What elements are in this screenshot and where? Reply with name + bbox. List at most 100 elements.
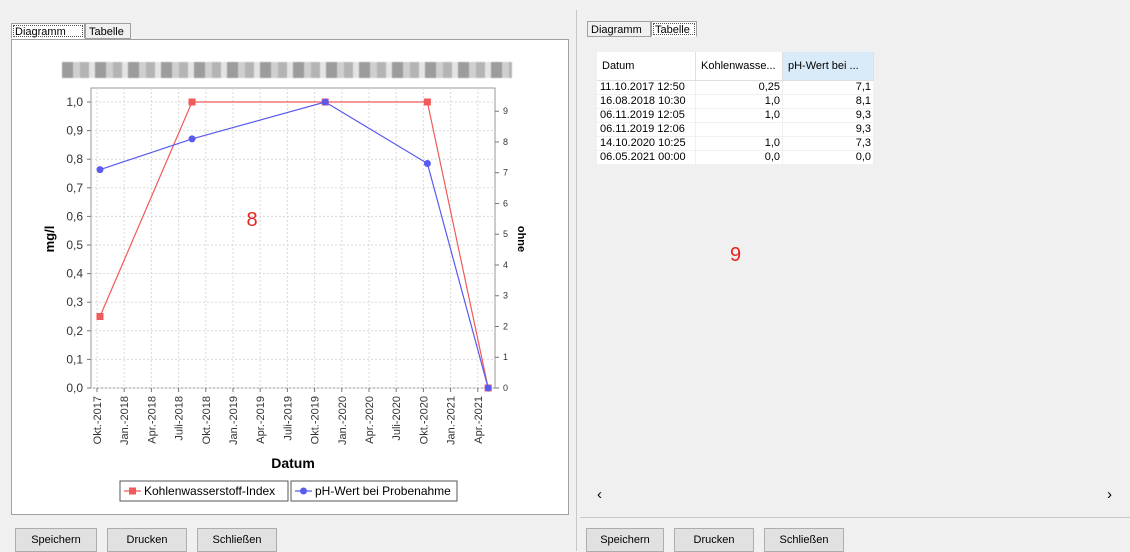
cell-datum[interactable]: 16.08.2018 10:30 <box>597 94 696 109</box>
annotation-9: 9 <box>730 244 742 266</box>
cell-ph-wert[interactable]: 7,1 <box>782 80 874 95</box>
cell-kohlenwasserstoff[interactable]: 1,0 <box>695 136 783 151</box>
x-tick-label: Apr.-2020 <box>364 396 376 444</box>
x-tick-label: Jan.-2020 <box>337 396 349 445</box>
close-button-left[interactable]: Schließen <box>197 528 277 552</box>
y2-tick-label: 4 <box>503 260 508 270</box>
cell-datum[interactable]: 11.10.2017 12:50 <box>597 80 696 95</box>
print-button-left[interactable]: Drucken <box>107 528 187 552</box>
x-tick-label: Jan.-2019 <box>228 396 240 445</box>
table-row[interactable]: 11.10.2017 12:50 0,25 7,1 <box>597 80 874 95</box>
y-tick-label: 0,1 <box>66 352 83 366</box>
cell-ph-wert[interactable]: 8,1 <box>782 94 874 109</box>
data-point-circle <box>423 160 431 168</box>
annotation-8: 8 <box>246 209 257 231</box>
right-axis: 0 1 2 3 4 5 6 7 8 9 <box>495 106 508 393</box>
print-button-right[interactable]: Drucken <box>674 528 754 552</box>
tab-diagramm-left[interactable]: Diagramm <box>11 23 85 39</box>
table-row[interactable]: 16.08.2018 10:30 1,0 8,1 <box>597 94 874 109</box>
x-tick-label: Okt.-2019 <box>310 396 322 444</box>
x-tick-label: Jan.-2018 <box>119 396 131 445</box>
x-axis: Okt.-2017 Jan.-2018 Apr.-2018 Juli-2018 Okt.… <box>92 388 485 445</box>
data-point-circle <box>321 98 329 106</box>
save-button-right[interactable]: Speichern <box>586 528 664 552</box>
line-chart: 0,0 0,1 0,2 0,3 0,4 0,5 0,6 0,7 0,8 0,9 1,0 0 1 2 3 4 5… <box>42 87 527 502</box>
column-header-kohlenwasserstoff[interactable]: Kohlenwasse... <box>695 52 783 81</box>
tab-diagramm-right[interactable]: Diagramm <box>587 21 651 37</box>
data-point-circle <box>96 166 104 174</box>
cell-datum[interactable]: 06.11.2019 12:05 <box>597 108 696 123</box>
cell-ph-wert[interactable]: 7,3 <box>782 136 874 151</box>
cell-kohlenwasserstoff[interactable]: 0,0 <box>695 150 783 165</box>
column-header-ph-wert[interactable]: pH-Wert bei ... <box>782 52 874 81</box>
table-header: Datum Kohlenwasse... pH-Wert bei ... <box>597 52 874 81</box>
data-point-square <box>188 98 196 106</box>
x-tick-label: Apr.-2021 <box>473 396 485 444</box>
x-tick-label: Apr.-2018 <box>146 396 158 444</box>
y2-tick-label: 2 <box>503 321 508 331</box>
cell-kohlenwasserstoff[interactable]: 0,25 <box>695 80 783 95</box>
cell-ph-wert[interactable]: 9,3 <box>782 108 874 123</box>
y-tick-label: 0,7 <box>66 181 83 195</box>
data-point-square <box>96 313 104 320</box>
y-tick-label: 0,4 <box>66 267 83 281</box>
save-button-left[interactable]: Speichern <box>15 528 97 552</box>
y2-tick-label: 3 <box>503 291 508 301</box>
y2-tick-label: 6 <box>503 198 508 208</box>
y-axis-label: mg/l <box>42 226 57 253</box>
tab-tabelle-right[interactable]: Tabelle <box>651 21 697 37</box>
legend-square-marker <box>129 487 136 495</box>
y-tick-label: 1,0 <box>66 95 83 109</box>
scroll-right-icon[interactable]: › <box>1107 486 1112 503</box>
y-tick-label: 0,0 <box>66 381 83 395</box>
x-axis-label: Datum <box>271 455 315 471</box>
horizontal-scrollbar[interactable]: ‹ › <box>587 485 1125 505</box>
data-point-circle <box>484 384 492 392</box>
x-tick-label: Okt.-2017 <box>92 396 104 444</box>
cell-datum[interactable]: 06.05.2021 00:00 <box>597 150 696 165</box>
cell-kohlenwasserstoff[interactable]: 1,0 <box>695 108 783 123</box>
cell-ph-wert[interactable]: 0,0 <box>782 150 874 165</box>
x-tick-label: Apr.-2019 <box>255 396 267 444</box>
cell-kohlenwasserstoff[interactable] <box>695 122 783 137</box>
y2-tick-label: 1 <box>503 352 508 362</box>
y2-tick-label: 5 <box>503 229 508 239</box>
y-tick-label: 0,8 <box>66 152 83 166</box>
y2-axis-label: ohne <box>515 226 527 252</box>
x-tick-label: Okt.-2020 <box>418 396 430 444</box>
tab-tabelle-left[interactable]: Tabelle <box>85 23 131 39</box>
cell-ph-wert[interactable]: 9,3 <box>782 122 874 137</box>
table-viewport: Datum Kohlenwasse... pH-Wert bei ... 11.… <box>587 37 1125 511</box>
cell-datum[interactable]: 14.10.2020 10:25 <box>597 136 696 151</box>
x-tick-label: Okt.-2018 <box>201 396 213 444</box>
cell-datum[interactable]: 06.11.2019 12:06 <box>597 122 696 137</box>
close-button-right[interactable]: Schließen <box>764 528 844 552</box>
x-tick-label: Juli-2019 <box>282 396 294 441</box>
data-point-square <box>423 98 431 106</box>
chart-panel: 0,0 0,1 0,2 0,3 0,4 0,5 0,6 0,7 0,8 0,9 1,0 0 1 2 3 4 5… <box>11 39 569 515</box>
table-row[interactable]: 06.11.2019 12:06 9,3 <box>597 122 874 137</box>
table-body: 11.10.2017 12:50 0,25 7,1 16.08.2018 10:30 1… <box>597 80 874 165</box>
table-row[interactable]: 14.10.2020 10:25 1,0 7,3 <box>597 136 874 151</box>
table-row[interactable]: 06.05.2021 00:00 0,0 0,0 <box>597 150 874 165</box>
pane-divider[interactable] <box>576 10 577 551</box>
y-tick-label: 0,6 <box>66 209 83 223</box>
column-header-datum[interactable]: Datum <box>597 52 696 81</box>
y2-tick-label: 7 <box>503 168 508 178</box>
cell-kohlenwasserstoff[interactable]: 1,0 <box>695 94 783 109</box>
bottom-divider-right <box>580 517 1130 518</box>
y2-tick-label: 9 <box>503 106 508 116</box>
x-tick-label: Juli-2018 <box>174 396 186 441</box>
left-axis: 0,0 0,1 0,2 0,3 0,4 0,5 0,6 0,7 0,8 0,9 1,0 <box>66 95 91 395</box>
data-table: Datum Kohlenwasse... pH-Wert bei ... 11.… <box>597 52 874 165</box>
y-tick-label: 0,2 <box>66 324 83 338</box>
x-tick-label: Jan.-2021 <box>446 396 458 445</box>
chart-legend: Kohlenwasserstoff-Index pH-Wert bei Prob… <box>119 480 458 502</box>
legend-ph-wert: pH-Wert bei Probenahme <box>315 484 451 498</box>
y-tick-label: 0,3 <box>66 295 83 309</box>
table-row[interactable]: 06.11.2019 12:05 1,0 9,3 <box>597 108 874 123</box>
y-tick-label: 0,9 <box>66 124 83 138</box>
scroll-left-icon[interactable]: ‹ <box>597 486 602 503</box>
y2-tick-label: 0 <box>503 383 508 393</box>
legend-circle-marker <box>300 487 307 495</box>
